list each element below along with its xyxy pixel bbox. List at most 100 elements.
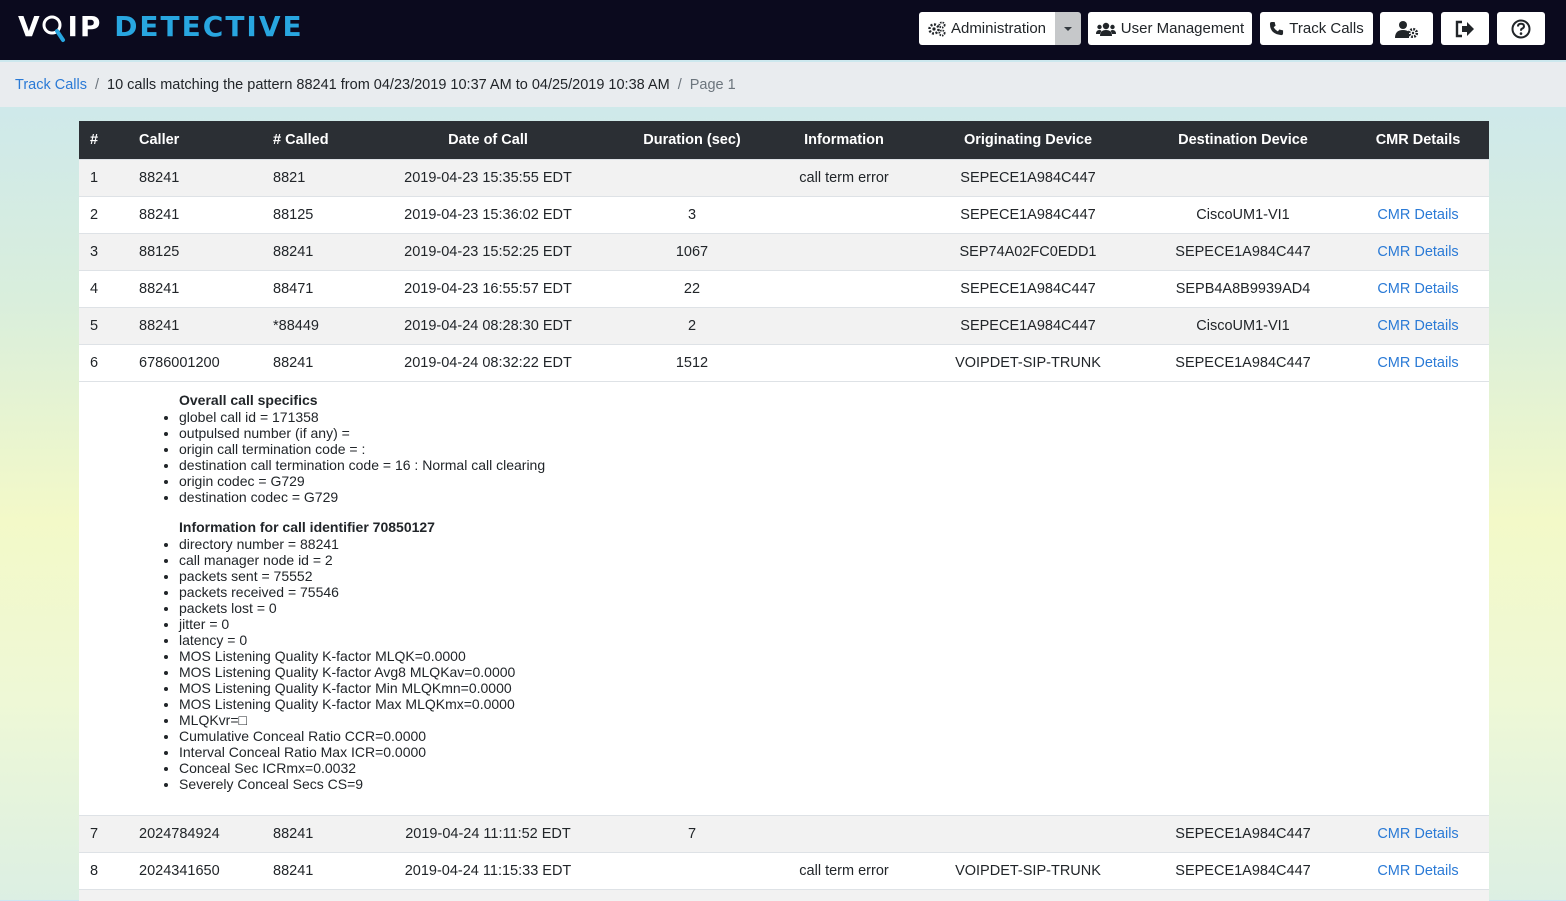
- cell-originating-device: VOIPDET-SIP-TRUNK: [955, 355, 1101, 371]
- cell-date: 2019-04-23 15:52:25 EDT: [404, 244, 572, 260]
- list-item: Cumulative Conceal Ratio CCR=0.0000: [179, 728, 1489, 744]
- cell-originating-device: SEPECE1A984C447: [960, 207, 1096, 223]
- cell-cmr-details: CMR Details: [1353, 816, 1483, 852]
- cell-duration: 3: [687, 207, 697, 223]
- cell-duration: 22: [683, 281, 701, 297]
- cell-originating-device: SEPECE1A984C447: [960, 170, 1096, 186]
- list-item: packets lost = 0: [179, 600, 1489, 616]
- cell-destination-device: CiscoUM1-VI1: [1196, 207, 1290, 223]
- cell-number: 6: [90, 355, 99, 371]
- table-row: 4 88241 88471 2019-04-23 16:55:57 EDT 22…: [79, 270, 1489, 307]
- cell-number: 1: [90, 170, 99, 186]
- cell-destination-device: SEPECE1A984C447: [1175, 244, 1311, 260]
- cell-information: [779, 816, 909, 852]
- cell-destination-device: SEPECE1A984C447: [1175, 355, 1311, 371]
- breadcrumb-page: Page 1: [689, 76, 736, 93]
- call-identifier-info-list: directory number = 88241 call manager no…: [159, 536, 1489, 792]
- table-row: 8 2024341650 88241 2019-04-24 11:15:33 E…: [79, 852, 1489, 889]
- list-item: origin codec = G729: [179, 473, 1489, 489]
- cell-originating-device: SEPECE1A984C447: [960, 281, 1096, 297]
- list-item: Conceal Sec ICRmx=0.0032: [179, 760, 1489, 776]
- table-header: # Caller # Called Date of Call Duration …: [79, 121, 1489, 159]
- col-header-date: Date of Call: [448, 132, 528, 148]
- table-row: 1 88241 8821 2019-04-23 15:35:55 EDT cal…: [79, 159, 1489, 196]
- cell-caller: 6786001200: [139, 355, 220, 371]
- breadcrumb-separator: /: [677, 76, 682, 93]
- call-identifier-info-title: Information for call identifier 70850127: [179, 519, 435, 535]
- track-calls-button[interactable]: Track Calls: [1260, 12, 1373, 45]
- caret-down-icon: [1064, 26, 1072, 31]
- list-item: MOS Listening Quality K-factor Min MLQKm…: [179, 680, 1489, 696]
- col-header-duration: Duration (sec): [643, 132, 741, 148]
- logo-magnifier-o: O: [42, 9, 68, 45]
- cell-destination-device: [1149, 160, 1337, 196]
- cmr-details-link[interactable]: CMR Details: [1377, 244, 1458, 260]
- cell-information: [779, 197, 909, 233]
- calls-table: # Caller # Called Date of Call Duration …: [79, 121, 1489, 901]
- cell-caller: 88241: [139, 281, 180, 297]
- breadcrumb-track-calls-link[interactable]: Track Calls: [15, 77, 87, 93]
- cell-cmr-details: [1353, 160, 1483, 196]
- breadcrumb: Track Calls / 10 calls matching the patt…: [0, 62, 1566, 107]
- cmr-details-link[interactable]: CMR Details: [1377, 318, 1458, 334]
- track-calls-label: Track Calls: [1289, 20, 1364, 37]
- administration-label: Administration: [950, 20, 1047, 37]
- user-settings-button[interactable]: [1380, 12, 1433, 45]
- user-management-button[interactable]: User Management: [1088, 12, 1252, 45]
- cell-number: 7: [90, 826, 99, 842]
- list-item: jitter = 0: [179, 616, 1489, 632]
- cell-cmr-details: CMR Details: [1353, 234, 1483, 270]
- top-navbar: VOIP DETECTIVE Administration User Manag…: [0, 0, 1566, 60]
- table-row-partial: [79, 889, 1489, 901]
- breadcrumb-separator: /: [94, 76, 100, 93]
- cmr-details-link[interactable]: CMR Details: [1377, 207, 1458, 223]
- list-item: directory number = 88241: [179, 536, 1489, 552]
- list-item: MLQKvr=□: [179, 712, 1489, 728]
- cell-called: 88471: [273, 281, 314, 297]
- list-item: MOS Listening Quality K-factor Avg8 MLQK…: [179, 664, 1489, 680]
- cmr-details-link[interactable]: CMR Details: [1377, 355, 1458, 371]
- magnifier-icon: [42, 15, 65, 42]
- cell-called: 88241: [273, 863, 314, 879]
- administration-dropdown-toggle[interactable]: [1055, 12, 1081, 45]
- cell-caller: 2024341650: [139, 863, 220, 879]
- cell-information: [779, 308, 909, 344]
- col-header-caller: Caller: [139, 132, 180, 148]
- cell-number: 3: [90, 244, 99, 260]
- cell-duration: [621, 853, 763, 889]
- cell-number: 2: [90, 207, 99, 223]
- cell-originating-device: SEP74A02FC0EDD1: [959, 244, 1097, 260]
- col-header-called: # Called: [273, 132, 329, 148]
- cell-number: 8: [90, 863, 99, 879]
- cmr-details-link[interactable]: CMR Details: [1377, 863, 1458, 879]
- logo-text-v: V: [18, 10, 42, 43]
- cell-originating-device: SEPECE1A984C447: [960, 318, 1096, 334]
- cell-duration: [621, 160, 763, 196]
- table-row: 6 6786001200 88241 2019-04-24 08:32:22 E…: [79, 344, 1489, 381]
- logout-button[interactable]: [1441, 12, 1489, 45]
- cell-called: 8821: [273, 170, 306, 186]
- question-circle-icon: [1511, 19, 1531, 39]
- cell-information: call term error: [799, 863, 889, 879]
- administration-button[interactable]: Administration: [919, 12, 1055, 45]
- voip-detective-logo[interactable]: VOIP DETECTIVE: [18, 9, 304, 45]
- cell-information: [779, 345, 909, 381]
- cell-caller: 2024784924: [139, 826, 220, 842]
- cell-duration: 1067: [675, 244, 709, 260]
- cell-date: 2019-04-24 08:28:30 EDT: [404, 318, 572, 334]
- cell-date: 2019-04-24 11:15:33 EDT: [404, 863, 572, 879]
- help-button[interactable]: [1497, 12, 1545, 45]
- list-item: origin call termination code = :: [179, 441, 1489, 457]
- list-item: Severely Conceal Secs CS=9: [179, 776, 1489, 792]
- table-row: 5 88241 *88449 2019-04-24 08:28:30 EDT 2…: [79, 307, 1489, 344]
- phone-icon: [1269, 21, 1284, 36]
- cell-cmr-details: CMR Details: [1353, 853, 1483, 889]
- cmr-details-link[interactable]: CMR Details: [1377, 281, 1458, 297]
- list-item: latency = 0: [179, 632, 1489, 648]
- cell-date: 2019-04-24 08:32:22 EDT: [404, 355, 572, 371]
- cmr-details-link[interactable]: CMR Details: [1377, 826, 1458, 842]
- cell-caller: 88241: [139, 207, 180, 223]
- cell-called: 88241: [273, 826, 314, 842]
- cell-destination-device: CiscoUM1-VI1: [1196, 318, 1290, 334]
- cell-date: 2019-04-23 15:36:02 EDT: [404, 207, 572, 223]
